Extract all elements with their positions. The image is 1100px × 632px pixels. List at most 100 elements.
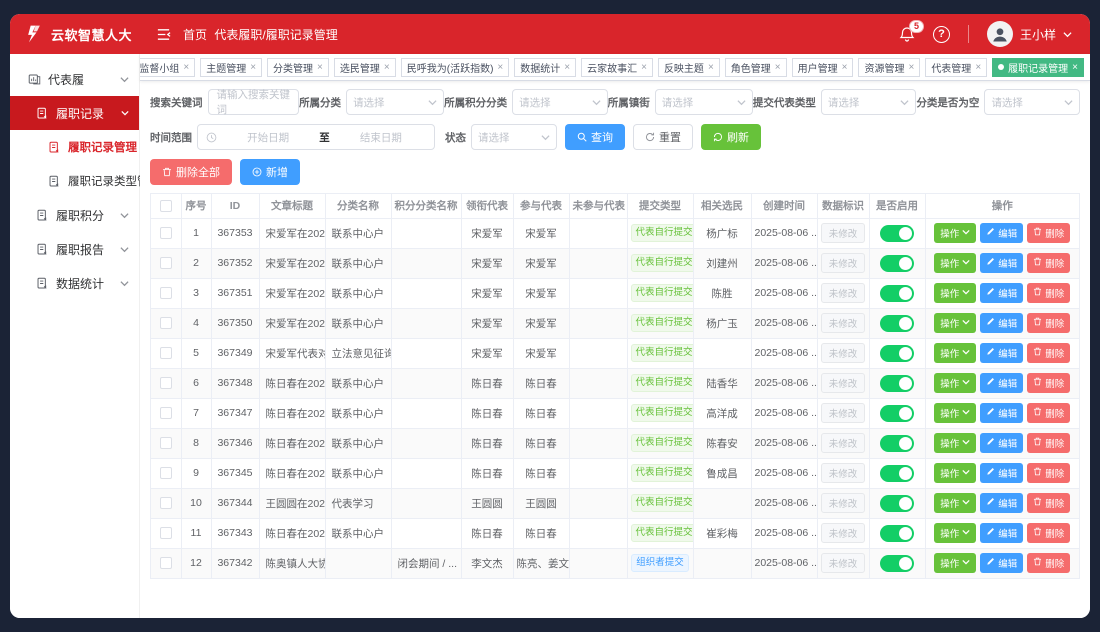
enabled-toggle[interactable] [880,315,914,332]
row-action-dropdown-button[interactable]: 操作 [934,433,976,453]
row-action-dropdown-button[interactable]: 操作 [934,463,976,483]
date-range-picker[interactable]: 开始日期 至 结束日期 [197,124,435,150]
score-category-select[interactable]: 请选择 [512,89,608,115]
row-checkbox[interactable] [160,467,172,479]
enabled-toggle[interactable] [880,495,914,512]
enabled-toggle[interactable] [880,405,914,422]
row-checkbox[interactable] [160,497,172,509]
status-select[interactable]: 请选择 [471,124,557,150]
row-edit-button[interactable]: 编辑 [980,343,1023,363]
row-checkbox[interactable] [160,377,172,389]
row-delete-button[interactable]: 删除 [1027,223,1070,243]
row-checkbox[interactable] [160,287,172,299]
row-checkbox[interactable] [160,437,172,449]
row-edit-button[interactable]: 编辑 [980,373,1023,393]
tab-close-icon[interactable]: × [497,62,503,73]
row-action-dropdown-button[interactable]: 操作 [934,373,976,393]
row-checkbox[interactable] [160,317,172,329]
enabled-toggle[interactable] [880,285,914,302]
breadcrumb-home[interactable]: 首页 [183,28,207,42]
tab-8[interactable]: 分类管理× [267,58,329,77]
row-delete-button[interactable]: 删除 [1027,433,1070,453]
row-edit-button[interactable]: 编辑 [980,253,1023,273]
collapse-sidebar-icon[interactable] [156,27,171,42]
sidebar-item-jilu-leixing[interactable]: 履职记录类型管理 [10,164,139,198]
tab-16[interactable]: 资源管理× [858,58,920,77]
tab-close-icon[interactable]: × [384,62,390,73]
row-delete-button[interactable]: 删除 [1027,373,1070,393]
query-button[interactable]: 查询 [565,124,625,150]
refresh-button[interactable]: 刷新 [701,124,761,150]
delete-all-button[interactable]: 删除全部 [150,159,232,185]
row-delete-button[interactable]: 删除 [1027,283,1070,303]
row-delete-button[interactable]: 删除 [1027,463,1070,483]
tab-close-icon[interactable]: × [564,62,570,73]
sidebar-item-daibiaolv[interactable]: 代表履 [10,62,139,96]
sidebar-item-lvzhijifen[interactable]: 履职积分 [10,198,139,232]
tab-close-icon[interactable]: × [641,62,647,73]
select-all-checkbox[interactable] [160,200,172,212]
row-delete-button[interactable]: 删除 [1027,523,1070,543]
tab-close-icon[interactable]: × [183,62,189,73]
tab-14[interactable]: 角色管理× [725,58,787,77]
tab-12[interactable]: 云家故事汇× [581,58,653,77]
row-action-dropdown-button[interactable]: 操作 [934,253,976,273]
row-edit-button[interactable]: 编辑 [980,283,1023,303]
row-edit-button[interactable]: 编辑 [980,463,1023,483]
tab-6[interactable]: 监督小组× [140,58,195,77]
tab-close-icon[interactable]: × [975,62,981,73]
tab-7[interactable]: 主题管理× [200,58,262,77]
enabled-toggle[interactable] [880,345,914,362]
row-checkbox[interactable] [160,347,172,359]
row-checkbox[interactable] [160,257,172,269]
row-checkbox[interactable] [160,227,172,239]
row-delete-button[interactable]: 删除 [1027,253,1070,273]
row-delete-button[interactable]: 删除 [1027,403,1070,423]
row-action-dropdown-button[interactable]: 操作 [934,523,976,543]
row-edit-button[interactable]: 编辑 [980,313,1023,333]
end-date-placeholder[interactable]: 结束日期 [336,130,426,145]
enabled-toggle[interactable] [880,375,914,392]
rep-type-select[interactable]: 请选择 [821,89,917,115]
row-delete-button[interactable]: 删除 [1027,313,1070,333]
tab-18[interactable]: 履职记录管理× [992,58,1084,77]
row-delete-button[interactable]: 删除 [1027,343,1070,363]
tab-9[interactable]: 选民管理× [334,58,396,77]
sidebar-item-jilu-guanli[interactable]: 履职记录管理 [10,130,139,164]
row-edit-button[interactable]: 编辑 [980,523,1023,543]
row-edit-button[interactable]: 编辑 [980,433,1023,453]
user-menu[interactable]: 王小样 [987,21,1072,47]
row-edit-button[interactable]: 编辑 [980,223,1023,243]
enabled-toggle[interactable] [880,225,914,242]
enabled-toggle[interactable] [880,465,914,482]
tab-close-icon[interactable]: × [250,62,256,73]
row-edit-button[interactable]: 编辑 [980,553,1023,573]
tab-close-icon[interactable]: × [775,62,781,73]
tab-17[interactable]: 代表管理× [925,58,987,77]
tab-13[interactable]: 反映主题× [658,58,720,77]
row-delete-button[interactable]: 删除 [1027,493,1070,513]
tab-10[interactable]: 民呼我为(活跃指数)× [401,58,510,77]
help-icon[interactable]: ? [933,26,950,43]
enabled-toggle[interactable] [880,555,914,572]
tab-close-icon[interactable]: × [317,62,323,73]
sidebar-item-lvzhibaogao[interactable]: 履职报告 [10,232,139,266]
row-checkbox[interactable] [160,407,172,419]
row-edit-button[interactable]: 编辑 [980,493,1023,513]
row-delete-button[interactable]: 删除 [1027,553,1070,573]
row-action-dropdown-button[interactable]: 操作 [934,403,976,423]
row-action-dropdown-button[interactable]: 操作 [934,283,976,303]
category-empty-select[interactable]: 请选择 [984,89,1080,115]
row-action-dropdown-button[interactable]: 操作 [934,343,976,363]
breadcrumb[interactable]: 首页 代表履职/履职记录管理 [183,26,338,43]
row-action-dropdown-button[interactable]: 操作 [934,223,976,243]
row-checkbox[interactable] [160,527,172,539]
category-select[interactable]: 请选择 [346,89,444,115]
tab-close-icon[interactable]: × [708,62,714,73]
reset-button[interactable]: 重置 [633,124,693,150]
sidebar-item-lvzhijilu[interactable]: 履职记录 [10,96,139,130]
sidebar-item-shujutongji[interactable]: 数据统计 [10,266,139,300]
tab-15[interactable]: 用户管理× [792,58,854,77]
start-date-placeholder[interactable]: 开始日期 [223,130,313,145]
row-action-dropdown-button[interactable]: 操作 [934,313,976,333]
